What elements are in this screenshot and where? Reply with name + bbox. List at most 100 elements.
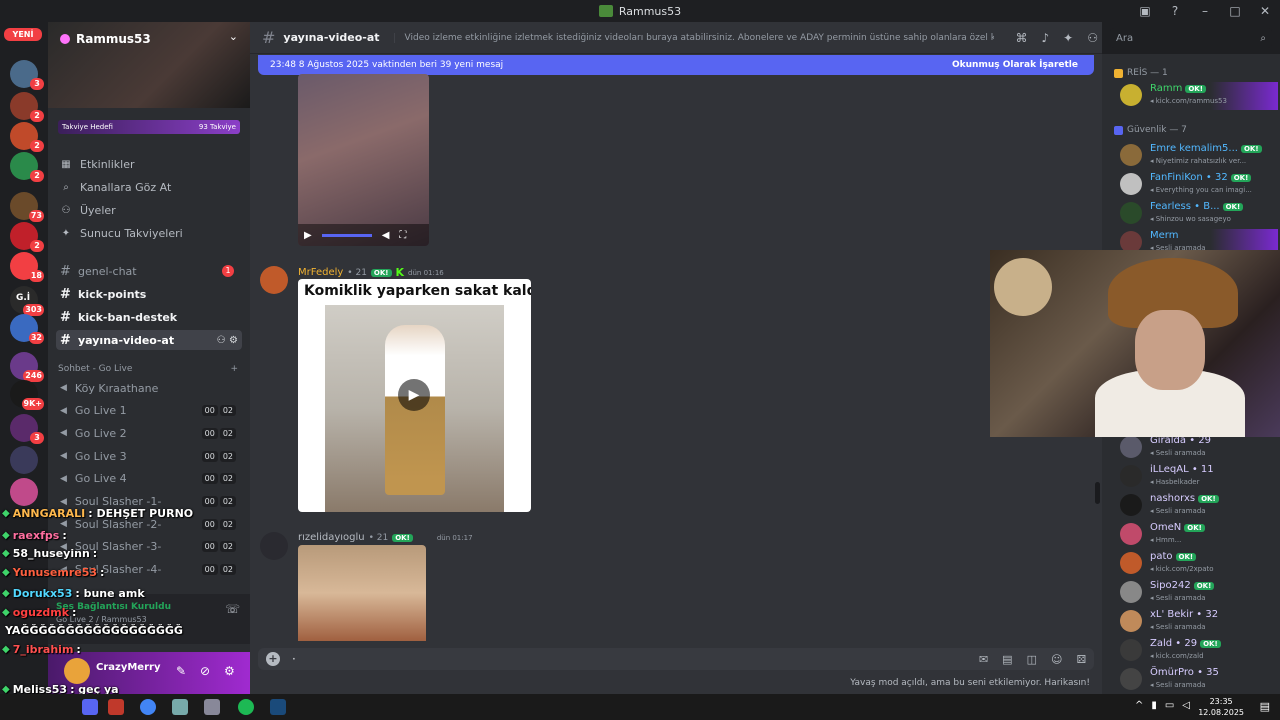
inbox-icon[interactable]: ▣	[1130, 4, 1160, 18]
avatar[interactable]	[260, 266, 288, 294]
member-item[interactable]: Giralda • 29 ◂ Sesli aramada	[1110, 434, 1278, 462]
server-icon[interactable]	[10, 446, 38, 474]
emoji-icon[interactable]: ☺	[1051, 653, 1062, 666]
boost-goal-bar[interactable]: Takviye Hedefi 93 Takviye	[58, 120, 240, 134]
member-item[interactable]: xL' Bekir • 32 ◂ Sesli aramada	[1110, 608, 1278, 636]
video-attachment[interactable]: Komiklik yaparken sakat kaldı ▶	[298, 279, 531, 512]
gif-icon[interactable]: ▤	[1002, 653, 1012, 666]
deafen-icon[interactable]: ⊘	[200, 664, 210, 678]
member-item[interactable]: FanFiniKon • 32 OK! ◂ Everything you can i…	[1110, 171, 1278, 199]
chevron-up-icon[interactable]: ^	[1135, 700, 1143, 711]
message-author[interactable]: rızelidayıoglu	[298, 532, 365, 543]
voice-category[interactable]: Sohbet - Go Live +	[58, 364, 238, 374]
help-icon[interactable]: ?	[1160, 4, 1190, 18]
user-count: 00 02	[201, 496, 236, 507]
member-item[interactable]: OmeN OK! ◂ Hmm...	[1110, 521, 1278, 549]
gift-icon[interactable]: ✉	[979, 653, 988, 666]
volume-icon[interactable]: ◁	[1182, 700, 1190, 711]
search-input[interactable]: Ara ⌕	[1110, 28, 1272, 48]
discord-taskbar-icon[interactable]	[82, 699, 98, 715]
app-taskbar-icon[interactable]	[172, 699, 188, 715]
voice-channel[interactable]: ◀ Go Live 1 00 02	[56, 401, 242, 421]
message-composer[interactable]: + · ✉ ▤ ◫ ☺ ⚄	[258, 648, 1094, 670]
channel-kick-points[interactable]: # kick-points	[56, 284, 242, 304]
add-channel-icon[interactable]: +	[230, 364, 238, 374]
avatar[interactable]	[260, 532, 288, 560]
chevron-down-icon[interactable]: ⌄	[229, 30, 238, 43]
volume-icon[interactable]: ◀	[382, 230, 390, 241]
member-item[interactable]: iLLeqAL • 11 ◂ Hasbelkader	[1110, 463, 1278, 491]
chrome-taskbar-icon[interactable]	[140, 699, 156, 715]
voice-channel[interactable]: ◀ Go Live 4 00 02	[56, 469, 242, 489]
fullscreen-icon[interactable]: ⛶	[399, 230, 406, 241]
new-messages-bar[interactable]: 23:48 8 Ağustos 2025 vaktinden beri 39 y…	[258, 55, 1094, 75]
voice-channel[interactable]: ◀ Köy Kıraathane	[56, 378, 242, 398]
play-icon[interactable]: ▶	[398, 379, 430, 411]
app-taskbar-icon[interactable]	[204, 699, 220, 715]
gear-icon[interactable]: ⚙	[224, 664, 235, 678]
add-attachment-icon[interactable]: +	[266, 652, 280, 666]
pin-icon[interactable]: ✦	[1063, 31, 1073, 45]
message-author[interactable]: MrFedely	[298, 267, 343, 278]
steam-taskbar-icon[interactable]	[270, 699, 286, 715]
nav-item[interactable]: ⌕ Kanallara Göz At	[56, 177, 242, 197]
nav-item[interactable]: ✦ Sunucu Takviyeleri	[56, 223, 242, 243]
minimize-button[interactable]: –	[1190, 4, 1220, 18]
video-attachment[interactable]	[298, 545, 426, 641]
member-item[interactable]: Zald • 29 OK! ◂ kick.com/zald	[1110, 637, 1278, 665]
member-item[interactable]: Sipo242 OK! ◂ Sesli aramada	[1110, 579, 1278, 607]
mic-icon[interactable]: ▮	[1151, 700, 1157, 711]
channel-yayına-video-at[interactable]: # yayına-video-at ⚇ ⚙	[56, 330, 242, 350]
member-item[interactable]: Ramm OK! ◂ kick.com/rammus53	[1110, 82, 1278, 110]
spotify-taskbar-icon[interactable]	[238, 699, 254, 715]
voice-channel-label: Köy Kıraathane	[74, 381, 159, 395]
disconnect-icon[interactable]: ☏	[225, 602, 240, 616]
apps-icon[interactable]: ⚄	[1076, 653, 1086, 666]
member-item[interactable]: Fearless • B... OK! ◂ Shinzou wo sasageyo	[1110, 200, 1278, 228]
lamp-image	[994, 258, 1052, 316]
nav-item[interactable]: ▦ Etkinlikler	[56, 154, 242, 174]
scrollbar[interactable]	[1095, 482, 1100, 504]
members-icon[interactable]: ⚇	[1087, 31, 1098, 45]
member-item[interactable]: pato OK! ◂ kick.com/2xpato	[1110, 550, 1278, 578]
app-taskbar-icon[interactable]	[108, 699, 124, 715]
play-icon[interactable]: ▶	[304, 230, 312, 241]
voice-channel[interactable]: ◀ Go Live 2 00 02	[56, 423, 242, 443]
network-icon[interactable]: ▭	[1165, 700, 1174, 711]
sticker-icon[interactable]: ◫	[1027, 653, 1037, 666]
channel-topic[interactable]: Video izleme etkinliğine izletmek istedi…	[393, 32, 994, 43]
avatar[interactable]	[64, 658, 90, 684]
member-item[interactable]: nashorxs OK! ◂ Sesli aramada	[1110, 492, 1278, 520]
close-button[interactable]: ✕	[1250, 4, 1280, 18]
maximize-button[interactable]: □	[1220, 4, 1250, 18]
member-item[interactable]: ÖmürPro • 35 ◂ Sesli aramada	[1110, 666, 1278, 694]
threads-icon[interactable]: ⌘	[1016, 31, 1028, 45]
server-icon[interactable]	[10, 478, 38, 506]
avatar	[1120, 436, 1142, 458]
bell-icon[interactable]: ♪	[1042, 31, 1050, 45]
server-name[interactable]: Rammus53	[60, 32, 151, 46]
clock[interactable]: 23:35 12.08.2025	[1198, 696, 1244, 718]
server-label[interactable]: G.İ	[16, 293, 30, 303]
server-banner[interactable]: Rammus53 ⌄	[48, 22, 250, 108]
progress-bar[interactable]	[321, 233, 372, 237]
nav-item[interactable]: ⚇ Üyeler	[56, 200, 242, 220]
mark-read-button[interactable]: Okunmuş Olarak İşaretle	[952, 60, 1078, 70]
channel-settings-icon[interactable]: ⚇ ⚙	[217, 335, 238, 346]
video-attachment[interactable]: ▶ ◀ ⛶	[298, 74, 429, 246]
member-item[interactable]: Emre kemalim5... OK! ◂ Niyetimiz rahatsızl…	[1110, 142, 1278, 170]
search-icon[interactable]: ⌕	[1260, 33, 1266, 44]
mute-icon[interactable]: ✎	[176, 664, 186, 678]
window-title-text: Rammus53	[618, 4, 682, 18]
voice-channel[interactable]: ◀ Go Live 3 00 02	[56, 446, 242, 466]
user-count: 00 02	[201, 450, 236, 462]
channel-label: genel-chat	[78, 264, 137, 278]
message-input[interactable]: ·	[292, 652, 296, 666]
member-status: ◂ Hmm...	[1150, 536, 1182, 544]
server-badge: 2	[30, 240, 44, 252]
channel-genel-chat[interactable]: # genel-chat 1	[56, 261, 242, 281]
channel-kick-ban-destek[interactable]: # kick-ban-destek	[56, 307, 242, 327]
notification-icon[interactable]: ▤	[1260, 700, 1270, 713]
search-placeholder: Ara	[1116, 32, 1134, 44]
voice-channel-label: Go Live 4	[74, 472, 127, 486]
